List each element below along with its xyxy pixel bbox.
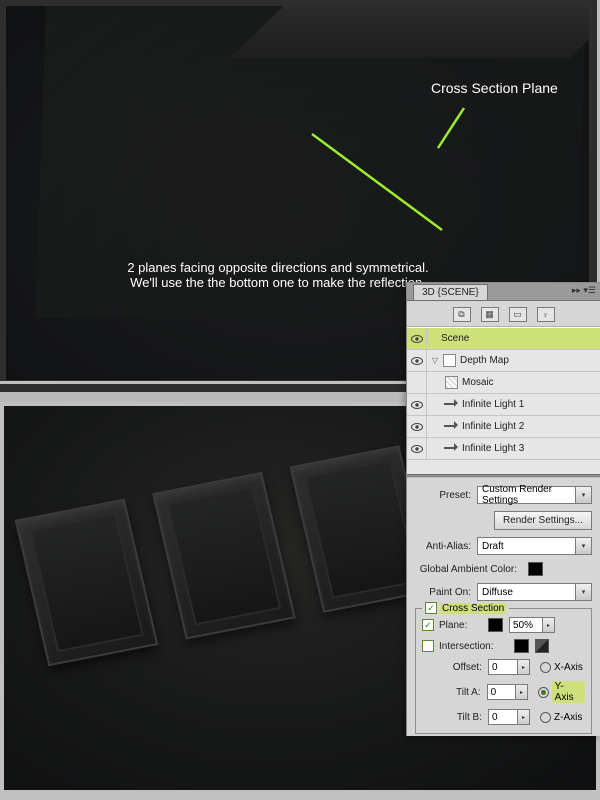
light2-label: Infinite Light 2 [462, 421, 524, 432]
cross-section-fieldset: ✓ Cross Section ✓ Plane: 50% ▸ ✓ Interse… [415, 608, 592, 734]
stepper-icon[interactable]: ▸ [518, 709, 530, 725]
preset-label: Preset: [415, 490, 471, 501]
stepper-icon[interactable]: ▸ [518, 659, 530, 675]
filter-material-icon[interactable]: ▭ [509, 307, 527, 322]
panel-tab[interactable]: 3D {SCENE} ▸▸ ▾☰ [407, 283, 600, 301]
filter-light-icon[interactable]: ♀ [537, 307, 555, 322]
flip-icon[interactable] [535, 639, 549, 653]
depthmap-label: Depth Map [460, 355, 509, 366]
tiltB-input[interactable]: 0 [488, 709, 518, 725]
caption-line2: We'll use the the bottom one to make the… [130, 275, 426, 290]
visibility-toggle[interactable] [407, 438, 427, 460]
cross-section-checkbox[interactable]: ✓ [425, 602, 437, 614]
mosaic-label: Mosaic [462, 377, 494, 388]
z-axis-label: Z-Axis [554, 712, 582, 723]
intersection-label: Intersection: [439, 641, 503, 652]
cross-section-legend: ✓ Cross Section [422, 602, 509, 614]
caption: 2 planes facing opposite directions and … [118, 260, 438, 290]
preset-value: Custom Render Settings [482, 484, 587, 506]
plane-opacity-input[interactable]: 50% [509, 617, 543, 633]
tree-light3-row[interactable]: Infinite Light 3 [407, 438, 600, 460]
chevron-down-icon: ▾ [575, 487, 591, 503]
caption-line1: 2 planes facing opposite directions and … [127, 260, 428, 275]
gac-swatch[interactable] [528, 562, 543, 576]
tree-depthmap-row[interactable]: ▽ Depth Map [407, 350, 600, 372]
tree-light2-row[interactable]: Infinite Light 2 [407, 416, 600, 438]
intersection-checkbox[interactable]: ✓ [422, 640, 434, 652]
tree-scene-row[interactable]: Scene [407, 328, 600, 350]
3d-scene-panel: 3D {SCENE} ▸▸ ▾☰ ⧉ ▦ ▭ ♀ Scene ▽ Depth M… [406, 282, 600, 736]
light1-label: Infinite Light 1 [462, 399, 524, 410]
plane-label: Plane: [439, 620, 477, 631]
panel-toolbar: ⧉ ▦ ▭ ♀ [407, 301, 600, 327]
light-icon [444, 443, 457, 454]
plane-swatch[interactable] [488, 618, 503, 632]
tab-label: 3D {SCENE} [413, 284, 488, 300]
stepper-icon[interactable]: ▸ [516, 684, 528, 700]
stepper-icon[interactable]: ▸ [543, 617, 555, 633]
cube-top-face [230, 6, 589, 58]
visibility-toggle[interactable] [407, 416, 427, 438]
anti-alias-label: Anti-Alias: [415, 541, 471, 552]
paint-on-value: Diffuse [482, 587, 513, 598]
z-axis-radio[interactable] [540, 712, 551, 723]
offset-input[interactable]: 0 [488, 659, 518, 675]
panel-menu-icon[interactable]: ▸▸ ▾☰ [572, 285, 596, 296]
tree-mosaic-row[interactable]: Mosaic [407, 372, 600, 394]
render-settings-section: Preset: Custom Render Settings ▾ Render … [407, 478, 600, 736]
tree-light1-row[interactable]: Infinite Light 1 [407, 394, 600, 416]
intersection-swatch[interactable] [514, 639, 529, 653]
y-axis-radio[interactable] [538, 687, 549, 698]
rendered-text-3d [15, 440, 462, 669]
filter-mesh-icon[interactable]: ▦ [481, 307, 499, 322]
light3-label: Infinite Light 3 [462, 443, 524, 454]
plane-checkbox[interactable]: ✓ [422, 619, 434, 631]
cross-section-label: Cross Section Plane [431, 80, 558, 96]
tiltB-label: Tilt B: [422, 712, 482, 723]
light-icon [444, 421, 457, 432]
x-axis-label: X-Axis [554, 662, 583, 673]
tiltA-label: Tilt A: [422, 687, 481, 698]
paint-on-label: Paint On: [415, 587, 471, 598]
scene-tree: Scene ▽ Depth Map Mosaic Infinite Light … [407, 327, 600, 474]
filter-scene-icon[interactable]: ⧉ [453, 307, 471, 322]
tree-scene-label: Scene [441, 333, 469, 344]
mesh-icon [443, 354, 456, 367]
visibility-toggle[interactable] [407, 350, 427, 372]
visibility-col [407, 372, 427, 394]
cross-section-label: Cross Section [440, 603, 506, 614]
visibility-toggle[interactable] [407, 394, 427, 416]
tree-blank [407, 460, 600, 474]
expand-toggle[interactable]: ▽ [427, 356, 441, 365]
anti-alias-value: Draft [482, 541, 504, 552]
gac-label: Global Ambient Color: [415, 564, 517, 575]
material-swatch [445, 376, 458, 389]
paint-on-select[interactable]: Diffuse ▾ [477, 583, 592, 601]
visibility-toggle[interactable] [407, 328, 427, 350]
render-settings-button[interactable]: Render Settings... [494, 511, 592, 530]
tiltA-input[interactable]: 0 [487, 684, 517, 700]
chevron-down-icon: ▾ [575, 538, 591, 554]
anti-alias-select[interactable]: Draft ▾ [477, 537, 592, 555]
light-icon [444, 399, 457, 410]
x-axis-radio[interactable] [540, 662, 551, 673]
offset-label: Offset: [422, 662, 482, 673]
chevron-down-icon: ▾ [575, 584, 591, 600]
y-axis-label: Y-Axis [552, 681, 585, 703]
preset-select[interactable]: Custom Render Settings ▾ [477, 486, 592, 504]
